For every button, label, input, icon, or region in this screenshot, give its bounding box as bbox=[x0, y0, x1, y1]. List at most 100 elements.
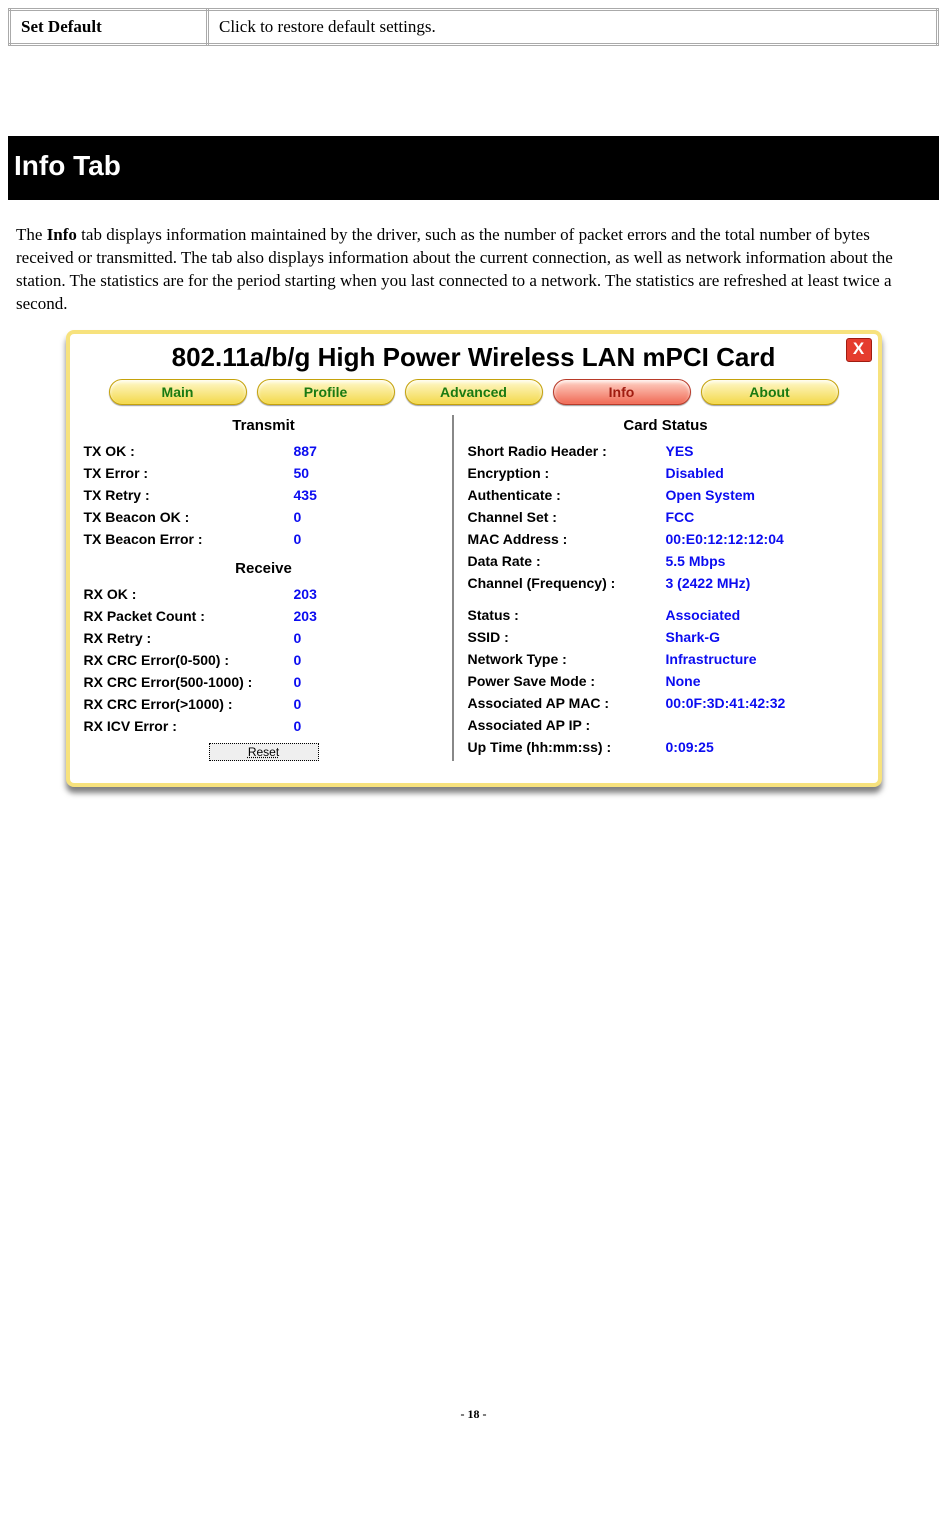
intro-before: The bbox=[16, 225, 47, 244]
tab-advanced[interactable]: Advanced bbox=[405, 379, 543, 405]
tab-about[interactable]: About bbox=[701, 379, 839, 405]
row-short-radio-header: Short Radio Header :YES bbox=[468, 440, 864, 462]
value-short-radio-header: YES bbox=[666, 440, 694, 462]
row-rx-crc-gt-1000: RX CRC Error(>1000) :0 bbox=[84, 693, 444, 715]
value-data-rate: 5.5 Mbps bbox=[666, 550, 726, 572]
value-authenticate: Open System bbox=[666, 484, 755, 506]
row-encryption: Encryption :Disabled bbox=[468, 462, 864, 484]
label-short-radio-header: Short Radio Header : bbox=[468, 440, 666, 462]
app-window: X 802.11a/b/g High Power Wireless LAN mP… bbox=[66, 330, 882, 787]
label-rx-crc-gt-1000: RX CRC Error(>1000) : bbox=[84, 693, 294, 715]
tab-info[interactable]: Info bbox=[553, 379, 691, 405]
row-rx-packet-count: RX Packet Count :203 bbox=[84, 605, 444, 627]
intro-after: tab displays information maintained by t… bbox=[16, 225, 893, 313]
row-status: Status :Associated bbox=[468, 604, 864, 626]
label-mac-address: MAC Address : bbox=[468, 528, 666, 550]
param-label: Set Default bbox=[10, 10, 208, 45]
value-rx-crc-0-500: 0 bbox=[294, 649, 302, 671]
value-rx-crc-gt-1000: 0 bbox=[294, 693, 302, 715]
row-rx-ok: RX OK :203 bbox=[84, 583, 444, 605]
value-status: Associated bbox=[666, 604, 741, 626]
param-desc: Click to restore default settings. bbox=[208, 10, 938, 45]
tab-profile[interactable]: Profile bbox=[257, 379, 395, 405]
row-rx-retry: RX Retry :0 bbox=[84, 627, 444, 649]
label-data-rate: Data Rate : bbox=[468, 550, 666, 572]
value-power-save-mode: None bbox=[666, 670, 701, 692]
row-tx-beacon-error: TX Beacon Error :0 bbox=[84, 528, 444, 550]
intro-paragraph: The Info tab displays information mainta… bbox=[16, 224, 931, 316]
row-tx-retry: TX Retry :435 bbox=[84, 484, 444, 506]
row-network-type: Network Type :Infrastructure bbox=[468, 648, 864, 670]
label-channel-frequency: Channel (Frequency) : bbox=[468, 572, 666, 594]
value-rx-retry: 0 bbox=[294, 627, 302, 649]
left-pane: Transmit TX OK :887 TX Error :50 TX Retr… bbox=[80, 415, 452, 761]
label-associated-ap-ip: Associated AP IP : bbox=[468, 714, 666, 736]
tab-main[interactable]: Main bbox=[109, 379, 247, 405]
value-network-type: Infrastructure bbox=[666, 648, 757, 670]
receive-head: Receive bbox=[84, 560, 444, 577]
label-rx-packet-count: RX Packet Count : bbox=[84, 605, 294, 627]
label-ssid: SSID : bbox=[468, 626, 666, 648]
value-associated-ap-mac: 00:0F:3D:41:42:32 bbox=[666, 692, 786, 714]
label-up-time: Up Time (hh:mm:ss) : bbox=[468, 736, 666, 758]
label-tx-beacon-error: TX Beacon Error : bbox=[84, 528, 294, 550]
row-tx-ok: TX OK :887 bbox=[84, 440, 444, 462]
row-channel-set: Channel Set :FCC bbox=[468, 506, 864, 528]
row-tx-beacon-ok: TX Beacon OK :0 bbox=[84, 506, 444, 528]
page-number: - 18 - bbox=[8, 1407, 939, 1422]
value-tx-retry: 435 bbox=[294, 484, 317, 506]
label-power-save-mode: Power Save Mode : bbox=[468, 670, 666, 692]
value-rx-ok: 203 bbox=[294, 583, 317, 605]
value-channel-set: FCC bbox=[666, 506, 695, 528]
label-channel-set: Channel Set : bbox=[468, 506, 666, 528]
value-tx-error: 50 bbox=[294, 462, 310, 484]
value-channel-frequency: 3 (2422 MHz) bbox=[666, 572, 751, 594]
row-rx-icv-error: RX ICV Error :0 bbox=[84, 715, 444, 737]
close-icon[interactable]: X bbox=[846, 338, 872, 362]
section-title: Info Tab bbox=[8, 136, 939, 200]
label-status: Status : bbox=[468, 604, 666, 626]
label-tx-ok: TX OK : bbox=[84, 440, 294, 462]
row-data-rate: Data Rate :5.5 Mbps bbox=[468, 550, 864, 572]
card-status-head: Card Status bbox=[468, 417, 864, 434]
value-rx-packet-count: 203 bbox=[294, 605, 317, 627]
value-ssid: Shark-G bbox=[666, 626, 720, 648]
label-network-type: Network Type : bbox=[468, 648, 666, 670]
label-tx-beacon-ok: TX Beacon OK : bbox=[84, 506, 294, 528]
value-tx-beacon-error: 0 bbox=[294, 528, 302, 550]
tab-bar: Main Profile Advanced Info About bbox=[80, 379, 868, 405]
value-mac-address: 00:E0:12:12:12:04 bbox=[666, 528, 784, 550]
label-tx-error: TX Error : bbox=[84, 462, 294, 484]
row-mac-address: MAC Address :00:E0:12:12:12:04 bbox=[468, 528, 864, 550]
value-tx-ok: 887 bbox=[294, 440, 317, 462]
label-rx-retry: RX Retry : bbox=[84, 627, 294, 649]
intro-bold: Info bbox=[47, 225, 77, 244]
row-channel-frequency: Channel (Frequency) :3 (2422 MHz) bbox=[468, 572, 864, 594]
transmit-head: Transmit bbox=[84, 417, 444, 434]
value-encryption: Disabled bbox=[666, 462, 724, 484]
row-associated-ap-mac: Associated AP MAC :00:0F:3D:41:42:32 bbox=[468, 692, 864, 714]
row-power-save-mode: Power Save Mode :None bbox=[468, 670, 864, 692]
row-associated-ap-ip: Associated AP IP : bbox=[468, 714, 864, 736]
row-rx-crc-500-1000: RX CRC Error(500-1000) :0 bbox=[84, 671, 444, 693]
value-rx-icv-error: 0 bbox=[294, 715, 302, 737]
param-table: Set Default Click to restore default set… bbox=[8, 8, 939, 46]
value-up-time: 0:09:25 bbox=[666, 736, 714, 758]
reset-button[interactable]: Reset bbox=[209, 743, 319, 761]
row-tx-error: TX Error :50 bbox=[84, 462, 444, 484]
label-rx-ok: RX OK : bbox=[84, 583, 294, 605]
row-rx-crc-0-500: RX CRC Error(0-500) :0 bbox=[84, 649, 444, 671]
app-title: 802.11a/b/g High Power Wireless LAN mPCI… bbox=[80, 338, 868, 379]
label-tx-retry: TX Retry : bbox=[84, 484, 294, 506]
right-pane: Card Status Short Radio Header :YES Encr… bbox=[452, 415, 868, 761]
label-rx-crc-0-500: RX CRC Error(0-500) : bbox=[84, 649, 294, 671]
value-rx-crc-500-1000: 0 bbox=[294, 671, 302, 693]
label-encryption: Encryption : bbox=[468, 462, 666, 484]
label-rx-crc-500-1000: RX CRC Error(500-1000) : bbox=[84, 671, 294, 693]
row-authenticate: Authenticate :Open System bbox=[468, 484, 864, 506]
row-ssid: SSID :Shark-G bbox=[468, 626, 864, 648]
label-associated-ap-mac: Associated AP MAC : bbox=[468, 692, 666, 714]
value-tx-beacon-ok: 0 bbox=[294, 506, 302, 528]
label-rx-icv-error: RX ICV Error : bbox=[84, 715, 294, 737]
label-authenticate: Authenticate : bbox=[468, 484, 666, 506]
